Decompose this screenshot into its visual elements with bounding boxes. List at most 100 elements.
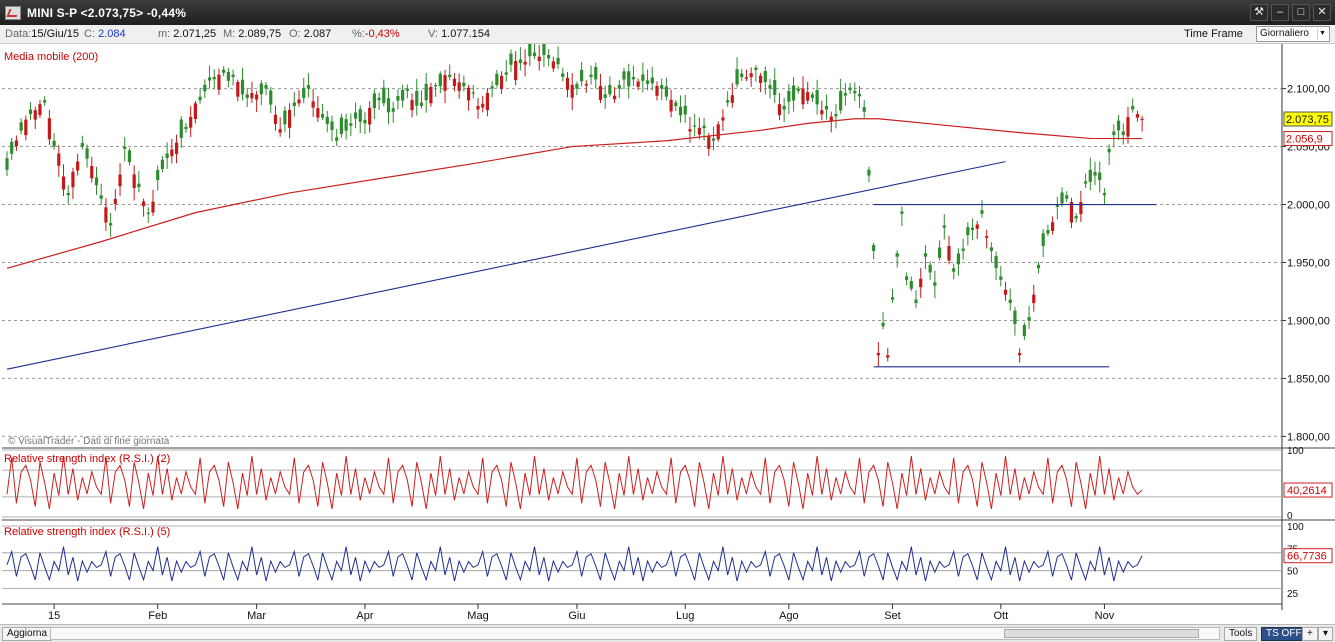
candle-body xyxy=(57,153,61,166)
candle-body xyxy=(532,52,537,57)
candle-body xyxy=(1065,195,1069,199)
candle-body xyxy=(372,93,376,109)
candle-body xyxy=(5,158,9,170)
candle-body xyxy=(419,102,424,106)
candle-body xyxy=(38,104,42,116)
rsi2-tick-label: 100 xyxy=(1287,446,1304,457)
minimize-button[interactable]: – xyxy=(1271,4,1289,21)
candle-body xyxy=(749,73,753,78)
horizontal-scrollbar[interactable] xyxy=(50,627,1220,640)
candle-body xyxy=(980,210,984,214)
candle-body xyxy=(264,85,268,89)
candle-body xyxy=(966,227,970,236)
candle-body xyxy=(688,129,692,132)
candle-body xyxy=(255,94,259,100)
candle-body xyxy=(160,159,165,169)
candle-body xyxy=(989,247,993,251)
candle-body xyxy=(137,183,141,188)
candle-body xyxy=(1112,131,1116,135)
candle-body xyxy=(174,142,179,154)
time-frame-select[interactable]: Giornaliero ▼ xyxy=(1256,26,1330,42)
candle-body xyxy=(1036,264,1041,269)
candle-body xyxy=(203,84,207,92)
candle-body xyxy=(462,82,466,87)
candle-body xyxy=(886,355,890,358)
time-tick-label: Nov xyxy=(1095,610,1115,622)
candle-body xyxy=(674,102,678,106)
close-readout: C: 2.084 xyxy=(84,28,126,40)
candle-body xyxy=(471,92,475,94)
candle-body xyxy=(297,99,301,104)
candle-body xyxy=(165,153,169,159)
candle-body xyxy=(636,81,640,87)
candle-body xyxy=(207,77,212,81)
candle-body xyxy=(834,114,838,117)
time-tick-label: Feb xyxy=(148,610,167,622)
moving-average-label: Media mobile (200) xyxy=(4,51,98,63)
add-button[interactable]: + xyxy=(1302,626,1318,641)
candle-body xyxy=(429,86,433,104)
candle-body xyxy=(867,169,871,176)
candle-body xyxy=(735,69,739,85)
candle-body xyxy=(1126,117,1130,137)
last-price-label: 2.073,75 xyxy=(1286,114,1329,126)
candle-body xyxy=(843,93,847,96)
tools-button[interactable]: Tools xyxy=(1224,626,1258,641)
candle-body xyxy=(565,77,570,90)
candle-body xyxy=(612,95,617,100)
maximize-button[interactable]: □ xyxy=(1292,4,1310,21)
candle-body xyxy=(721,117,725,121)
candle-body xyxy=(627,71,631,87)
candle-body xyxy=(994,256,998,269)
candle-body xyxy=(335,137,339,141)
rsi5-value-label: 66,7736 xyxy=(1287,551,1327,563)
candle-body xyxy=(198,96,202,101)
menu-button[interactable]: ▾ xyxy=(1318,626,1334,641)
candle-body xyxy=(283,110,287,125)
candle-body xyxy=(876,352,880,356)
aggiorna-button[interactable]: Aggiorna xyxy=(2,626,53,641)
candle-body xyxy=(801,88,805,105)
candle-body xyxy=(594,67,598,80)
candle-body xyxy=(358,109,362,122)
time-frame-label: Time Frame xyxy=(1184,28,1243,40)
time-tick-label: Apr xyxy=(356,610,373,622)
candle-body xyxy=(448,74,452,77)
candle-body xyxy=(226,71,230,81)
candle-body xyxy=(806,92,810,101)
candle-body xyxy=(589,74,593,77)
candle-body xyxy=(28,109,33,115)
candle-body xyxy=(415,91,419,106)
candle-body xyxy=(90,165,94,179)
candle-body xyxy=(19,122,23,131)
candle-body xyxy=(452,78,457,87)
ts-off-button[interactable]: TS OFF xyxy=(1261,626,1307,641)
tools-icon-button[interactable]: ⚒ xyxy=(1250,4,1268,21)
open-readout: O: 2.087 xyxy=(289,28,332,40)
candle-body xyxy=(353,112,358,119)
candle-body xyxy=(170,149,174,157)
candle-body xyxy=(306,85,311,89)
candle-body xyxy=(33,110,37,120)
chart-area[interactable]: 2.100,002.050,002.000,001.950,001.900,00… xyxy=(0,44,1335,624)
close-button[interactable]: ✕ xyxy=(1313,4,1331,21)
candle-body xyxy=(763,70,767,83)
candle-body xyxy=(956,253,961,265)
candle-body xyxy=(94,177,99,186)
scrollbar-thumb[interactable] xyxy=(1004,629,1199,638)
candle-body xyxy=(1041,233,1045,247)
rsi5-tick-label: 50 xyxy=(1287,567,1299,578)
candle-body xyxy=(1032,294,1036,304)
candle-body xyxy=(580,69,584,82)
candle-body xyxy=(1131,105,1135,110)
candle-body xyxy=(895,253,899,257)
candle-body xyxy=(608,84,612,95)
candle-body xyxy=(730,95,734,103)
price-tick-label: 1.900,00 xyxy=(1287,315,1330,327)
candle-body xyxy=(311,101,315,108)
candle-body xyxy=(937,247,942,258)
candle-body xyxy=(1116,120,1121,131)
candle-body xyxy=(212,76,216,80)
candle-body xyxy=(1135,114,1139,118)
price-tick-label: 1.800,00 xyxy=(1287,431,1330,443)
